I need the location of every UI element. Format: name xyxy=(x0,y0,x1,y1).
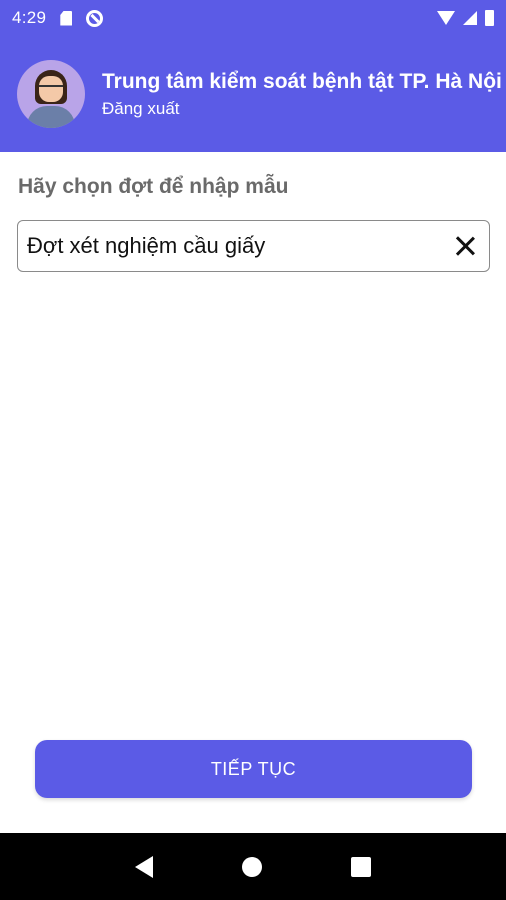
close-icon[interactable] xyxy=(453,234,477,258)
batch-select[interactable]: Đợt xét nghiệm cầu giấy xyxy=(17,220,490,272)
signal-icon xyxy=(463,11,477,25)
status-time: 4:29 xyxy=(12,8,47,27)
status-bar: 4:29 xyxy=(0,0,506,36)
navigation-bar xyxy=(0,833,506,900)
battery-icon xyxy=(485,10,494,26)
header-text: Trung tâm kiểm soát bệnh tật TP. Hà Nội … xyxy=(102,69,502,119)
batch-prompt: Hãy chọn đợt để nhập mẫu xyxy=(18,175,289,198)
avatar[interactable] xyxy=(17,60,85,128)
continue-button[interactable]: TIẾP TỤC xyxy=(35,740,472,798)
wifi-icon xyxy=(437,11,455,25)
header-title: Trung tâm kiểm soát bệnh tật TP. Hà Nội xyxy=(102,70,502,93)
app-header: Trung tâm kiểm soát bệnh tật TP. Hà Nội … xyxy=(0,36,506,152)
recents-icon[interactable] xyxy=(351,856,372,877)
sync-icon xyxy=(86,9,104,27)
back-icon[interactable] xyxy=(134,855,153,878)
home-icon[interactable] xyxy=(241,856,262,877)
logout-link[interactable]: Đăng xuất xyxy=(102,99,502,119)
sd-card-icon xyxy=(60,10,73,26)
batch-select-value[interactable]: Đợt xét nghiệm cầu giấy xyxy=(27,233,453,259)
